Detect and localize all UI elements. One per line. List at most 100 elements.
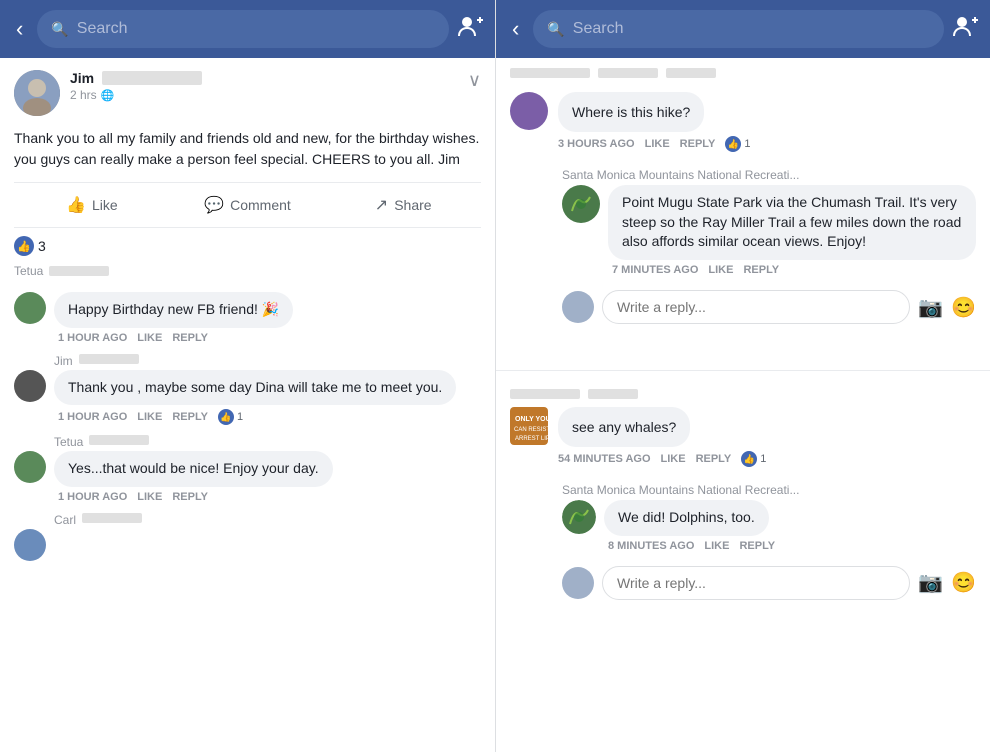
- subcomment-item-2: We did! Dolphins, too. 8 MINUTES AGO LIK…: [562, 500, 976, 552]
- sub-avatar-square-1: [562, 185, 600, 223]
- thread-item-1: Where is this hike? 3 HOURS AGO LIKE REP…: [510, 92, 976, 152]
- thread-bubble-2: see any whales?: [558, 407, 690, 447]
- comment-reply-1[interactable]: REPLY: [172, 332, 208, 344]
- emoji-icon[interactable]: 😊: [951, 295, 976, 320]
- comment-likes-2: 👍 1: [218, 409, 243, 425]
- right-search-icon: 🔍: [547, 21, 564, 38]
- right-search-input[interactable]: [573, 20, 930, 38]
- like-button[interactable]: 👍 Like: [14, 187, 170, 223]
- subcomment-like-2[interactable]: LIKE: [704, 540, 729, 552]
- thread-reply-2[interactable]: REPLY: [696, 453, 732, 465]
- comment-reply-2[interactable]: REPLY: [172, 411, 208, 423]
- reply-avatar-2: [562, 567, 594, 599]
- right-friend-requests-icon[interactable]: [952, 12, 980, 46]
- thread-likes-2: 👍 1: [741, 451, 766, 467]
- right-panel: ‹ 🔍 Where is this hike?: [495, 0, 990, 752]
- comment-avatar-1: [14, 292, 46, 324]
- thread-content-1: Where is this hike? 3 HOURS AGO LIKE REP…: [558, 92, 976, 152]
- page-blur-4: [510, 389, 580, 399]
- thread-time-2: 54 MINUTES AGO: [558, 453, 651, 465]
- thread-like-2[interactable]: LIKE: [661, 453, 686, 465]
- comment-icon: 💬: [204, 195, 224, 215]
- post-dropdown-button[interactable]: ∨: [468, 70, 481, 91]
- thread-like-badge-1: 👍: [725, 136, 741, 152]
- comment-reply-3[interactable]: REPLY: [172, 491, 208, 503]
- page-blur-1: [510, 68, 590, 78]
- subcomment-meta-1: 7 MINUTES AGO LIKE REPLY: [608, 264, 976, 276]
- subcomment-reply-2[interactable]: REPLY: [739, 540, 775, 552]
- thread-meta-2: 54 MINUTES AGO LIKE REPLY 👍 1: [558, 451, 976, 467]
- post-meta: Jim 2 hrs 🌐: [70, 70, 458, 102]
- search-icon: 🔍: [51, 21, 68, 38]
- sub-avatar-square-2: [562, 500, 596, 534]
- post-body: Thank you to all my family and friends o…: [0, 124, 495, 182]
- left-search-bar[interactable]: 🔍: [37, 10, 449, 48]
- comment-author-row-3: Tetua: [54, 435, 481, 449]
- author-name-blur: [102, 71, 202, 85]
- thread-section-2: ONLY YOU CAN RESIST ARREST LIP see any w…: [496, 379, 990, 638]
- subcomment-like-1[interactable]: LIKE: [708, 264, 733, 276]
- comment-item-4: [14, 529, 481, 561]
- comment-like-3[interactable]: LIKE: [137, 491, 162, 503]
- subcomment-bubble-1: Point Mugu State Park via the Chumash Tr…: [608, 185, 976, 260]
- camera-icon[interactable]: 📷: [918, 295, 943, 320]
- page-header-blur: [496, 58, 990, 82]
- comment-like-2[interactable]: LIKE: [137, 411, 162, 423]
- subcomment-time-1: 7 MINUTES AGO: [612, 264, 698, 276]
- comment-meta-2: 1 HOUR AGO LIKE REPLY 👍 1: [54, 409, 481, 425]
- comment-time-3: 1 HOUR AGO: [58, 491, 127, 503]
- reply-input-row-1: 📷 😊: [562, 284, 976, 336]
- post-actions: 👍 Like 💬 Comment ↗ Share: [14, 182, 481, 228]
- subcomment-section-1: Santa Monica Mountains National Recreati…: [510, 168, 976, 336]
- comment-author-1: Tetua: [14, 264, 43, 278]
- emoji-icon-2[interactable]: 😊: [951, 570, 976, 595]
- subcomment-bubble-2: We did! Dolphins, too.: [604, 500, 769, 536]
- comment-item: Tetua: [14, 264, 481, 282]
- right-header: ‹ 🔍: [496, 0, 990, 58]
- comment-time-2: 1 HOUR AGO: [58, 411, 127, 423]
- comment-bubble-1: Happy Birthday new FB friend! 🎉: [54, 292, 293, 328]
- comment-like-1[interactable]: LIKE: [137, 332, 162, 344]
- share-button[interactable]: ↗ Share: [325, 187, 481, 223]
- back-button[interactable]: ‹: [10, 12, 29, 46]
- comment-content-3: Yes...that would be nice! Enjoy your day…: [54, 451, 481, 503]
- author-blur-4: [82, 513, 142, 523]
- right-search-bar[interactable]: 🔍: [533, 10, 944, 48]
- thread-likes-1: 👍 1: [725, 136, 750, 152]
- subcomment-time-2: 8 MINUTES AGO: [608, 540, 694, 552]
- thread-section-1: Where is this hike? 3 HOURS AGO LIKE REP…: [496, 82, 990, 362]
- friend-requests-icon[interactable]: [457, 12, 485, 46]
- subcomment-content-2: We did! Dolphins, too. 8 MINUTES AGO LIK…: [604, 500, 976, 552]
- thread-like-1[interactable]: LIKE: [645, 138, 670, 150]
- reply-input-row-2: 📷 😊: [562, 560, 976, 612]
- subcomment-item-1: Point Mugu State Park via the Chumash Tr…: [562, 185, 976, 276]
- thread-like-badge-2: 👍: [741, 451, 757, 467]
- svg-text:CAN RESIST: CAN RESIST: [514, 427, 548, 433]
- like-badge: 👍: [14, 236, 34, 256]
- comment-button[interactable]: 💬 Comment: [170, 187, 326, 223]
- left-header: ‹ 🔍: [0, 0, 495, 58]
- comment-avatar-3: [14, 451, 46, 483]
- share-icon: ↗: [375, 195, 388, 215]
- reply-input-2[interactable]: [602, 566, 910, 600]
- svg-text:ONLY YOU: ONLY YOU: [515, 416, 548, 423]
- thread-avatar-1: [510, 92, 548, 130]
- divider: [496, 370, 990, 371]
- author-blur-2: [79, 354, 139, 364]
- globe-icon: 🌐: [101, 89, 115, 102]
- post-time: 2 hrs 🌐: [70, 88, 458, 102]
- reply-input-1[interactable]: [602, 290, 910, 324]
- subcomment-reply-1[interactable]: REPLY: [743, 264, 779, 276]
- right-back-button[interactable]: ‹: [506, 12, 525, 46]
- camera-icon-2[interactable]: 📷: [918, 570, 943, 595]
- subcomment-content-1: Point Mugu State Park via the Chumash Tr…: [608, 185, 976, 276]
- subcomment-author-label: Santa Monica Mountains National Recreati…: [562, 168, 976, 182]
- left-search-input[interactable]: [77, 20, 435, 38]
- comment-meta-1: 1 HOUR AGO LIKE REPLY: [54, 332, 481, 344]
- comment-bubble-3: Yes...that would be nice! Enjoy your day…: [54, 451, 333, 487]
- page-header-blur-2: [510, 389, 976, 399]
- comment-content-2: Thank you , maybe some day Dina will tak…: [54, 370, 481, 426]
- page-blur-5: [588, 389, 638, 399]
- comment-section: Tetua Happy Birthday new FB friend! 🎉 1 …: [0, 264, 495, 561]
- thread-reply-1[interactable]: REPLY: [680, 138, 716, 150]
